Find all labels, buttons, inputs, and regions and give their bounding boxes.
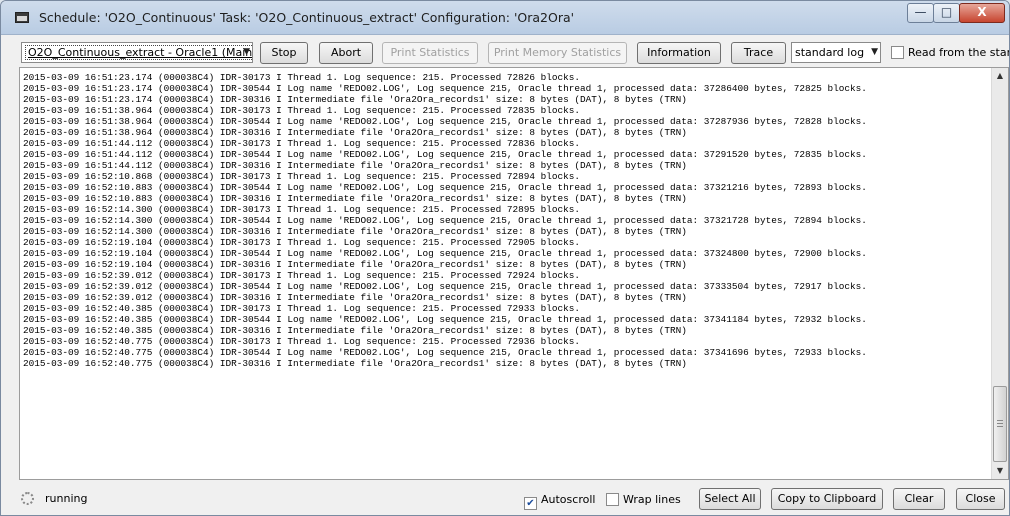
arrow-up-icon[interactable]: ▲ — [992, 68, 1008, 84]
chevron-down-icon: ▼ — [243, 47, 250, 57]
status-bar: running ✔ Autoscroll Wrap lines Select Al… — [1, 482, 1009, 515]
maximize-button[interactable]: □ — [933, 3, 960, 23]
log-line: 2015-03-09 16:51:38.964 (000038C4) IDR-3… — [23, 127, 687, 138]
process-select[interactable]: O2O_Continuous_extract - Oracle1 (Main) … — [21, 42, 253, 63]
title-bar[interactable]: Schedule: 'O2O_Continuous' Task: 'O2O_Co… — [1, 1, 1009, 35]
close-button[interactable]: Close — [956, 488, 1005, 510]
log-line: 2015-03-09 16:51:44.112 (000038C4) IDR-3… — [23, 149, 867, 160]
window-icon — [15, 12, 29, 23]
scrollbar-thumb[interactable] — [993, 386, 1007, 462]
wrap-lines-label: Wrap lines — [623, 493, 681, 506]
arrow-down-icon[interactable]: ▼ — [992, 463, 1008, 479]
chevron-down-icon: ▼ — [871, 47, 878, 57]
log-line: 2015-03-09 16:51:38.964 (000038C4) IDR-3… — [23, 116, 867, 127]
log-line: 2015-03-09 16:51:23.174 (000038C4) IDR-3… — [23, 72, 580, 83]
status-text: running — [45, 492, 88, 505]
toolbar: O2O_Continuous_extract - Oracle1 (Main) … — [1, 36, 1009, 70]
vertical-scrollbar[interactable]: ▲ ▼ — [991, 68, 1008, 479]
log-line: 2015-03-09 16:52:39.012 (000038C4) IDR-3… — [23, 292, 687, 303]
schedule-window: Schedule: 'O2O_Continuous' Task: 'O2O_Co… — [0, 0, 1010, 516]
close-window-button[interactable]: X — [959, 3, 1005, 23]
copy-to-clipboard-button[interactable]: Copy to Clipboard — [771, 488, 883, 510]
log-line: 2015-03-09 16:52:39.012 (000038C4) IDR-3… — [23, 270, 580, 281]
log-line: 2015-03-09 16:52:19.104 (000038C4) IDR-3… — [23, 248, 867, 259]
log-line: 2015-03-09 16:52:19.104 (000038C4) IDR-3… — [23, 237, 580, 248]
log-line: 2015-03-09 16:52:40.385 (000038C4) IDR-3… — [23, 314, 867, 325]
log-line: 2015-03-09 16:52:40.385 (000038C4) IDR-3… — [23, 325, 687, 336]
read-from-start-label: Read from the start — [908, 46, 1010, 59]
autoscroll-label: Autoscroll — [541, 493, 596, 506]
log-line: 2015-03-09 16:52:14.300 (000038C4) IDR-3… — [23, 215, 867, 226]
log-level-select[interactable]: standard log ▼ — [791, 42, 881, 63]
log-line: 2015-03-09 16:51:23.174 (000038C4) IDR-3… — [23, 83, 867, 94]
print-statistics-button[interactable]: Print Statistics — [382, 42, 478, 64]
stop-button[interactable]: Stop — [260, 42, 308, 64]
log-line: 2015-03-09 16:52:19.104 (000038C4) IDR-3… — [23, 259, 687, 270]
log-line: 2015-03-09 16:52:14.300 (000038C4) IDR-3… — [23, 204, 580, 215]
log-line: 2015-03-09 16:52:40.775 (000038C4) IDR-3… — [23, 336, 580, 347]
read-from-start-checkbox[interactable]: Read from the start — [891, 45, 1010, 61]
log-line: 2015-03-09 16:52:40.775 (000038C4) IDR-3… — [23, 347, 867, 358]
wrap-lines-box[interactable] — [606, 493, 619, 506]
log-line: 2015-03-09 16:51:44.112 (000038C4) IDR-3… — [23, 138, 580, 149]
log-line: 2015-03-09 16:52:10.883 (000038C4) IDR-3… — [23, 182, 867, 193]
wrap-lines-checkbox[interactable]: Wrap lines — [606, 492, 681, 508]
select-all-button[interactable]: Select All — [699, 488, 761, 510]
print-memory-statistics-button[interactable]: Print Memory Statistics — [488, 42, 627, 64]
log-line: 2015-03-09 16:51:23.174 (000038C4) IDR-3… — [23, 94, 687, 105]
minimize-button[interactable]: — — [907, 3, 934, 23]
grip-icon — [997, 420, 1003, 427]
log-line: 2015-03-09 16:52:40.775 (000038C4) IDR-3… — [23, 358, 687, 369]
log-line: 2015-03-09 16:52:40.385 (000038C4) IDR-3… — [23, 303, 580, 314]
window-title: Schedule: 'O2O_Continuous' Task: 'O2O_Co… — [39, 10, 575, 25]
log-line: 2015-03-09 16:51:44.112 (000038C4) IDR-3… — [23, 160, 687, 171]
autoscroll-box[interactable]: ✔ — [524, 497, 537, 510]
autoscroll-checkbox[interactable]: ✔ Autoscroll — [524, 492, 596, 510]
log-line: 2015-03-09 16:51:38.964 (000038C4) IDR-3… — [23, 105, 580, 116]
log-line: 2015-03-09 16:52:10.868 (000038C4) IDR-3… — [23, 171, 580, 182]
abort-button[interactable]: Abort — [319, 42, 373, 64]
process-select-value: O2O_Continuous_extract - Oracle1 (Main) — [25, 45, 252, 60]
read-from-start-box[interactable] — [891, 46, 904, 59]
clear-button[interactable]: Clear — [893, 488, 945, 510]
trace-button[interactable]: Trace — [731, 42, 786, 64]
log-level-value: standard log — [795, 46, 865, 59]
log-lines: 2015-03-09 16:51:23.174 (000038C4) IDR-3… — [23, 72, 988, 369]
log-line: 2015-03-09 16:52:10.883 (000038C4) IDR-3… — [23, 193, 687, 204]
spinner-icon — [21, 492, 34, 505]
log-output[interactable]: 2015-03-09 16:51:23.174 (000038C4) IDR-3… — [19, 67, 1009, 480]
log-line: 2015-03-09 16:52:14.300 (000038C4) IDR-3… — [23, 226, 687, 237]
information-button[interactable]: Information — [637, 42, 721, 64]
log-line: 2015-03-09 16:52:39.012 (000038C4) IDR-3… — [23, 281, 867, 292]
